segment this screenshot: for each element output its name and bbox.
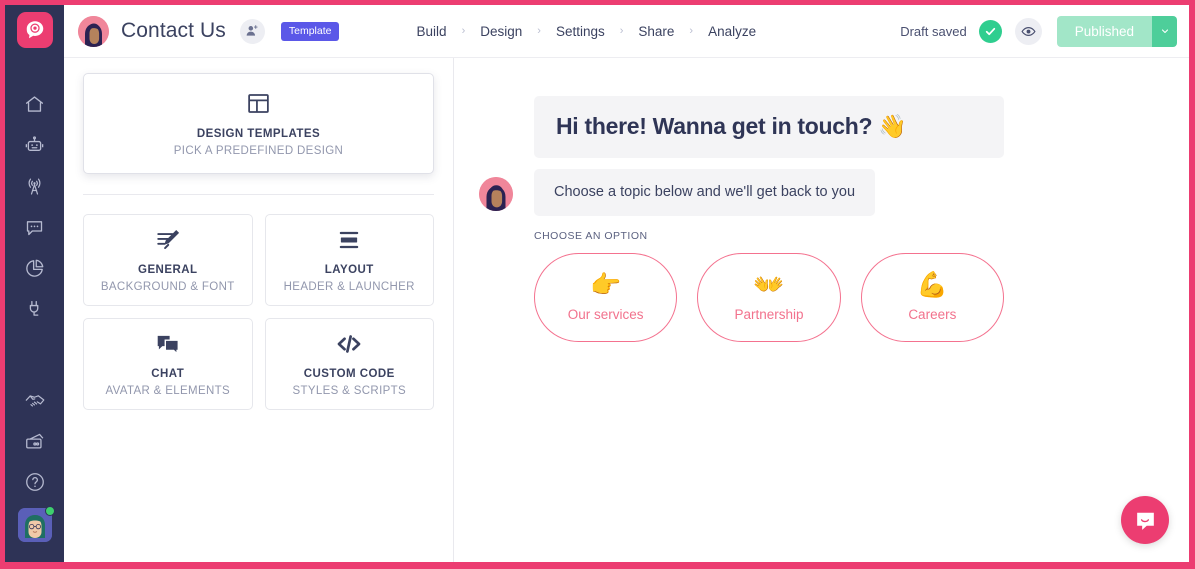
- greeting-text: Hi there! Wanna get in touch?: [556, 113, 879, 139]
- sidebar-item-chat[interactable]: [13, 207, 57, 248]
- main-area: Contact Us Template Build › Design › Set…: [64, 5, 1189, 562]
- nav-separator: ›: [537, 25, 541, 37]
- chat-launcher-icon: [1136, 512, 1154, 530]
- sidebar-item-broadcast[interactable]: [13, 166, 57, 207]
- sidebar-item-partners[interactable]: [13, 379, 57, 420]
- template-badge: Template: [280, 21, 340, 41]
- card-custom-code[interactable]: CUSTOM CODE STYLES & SCRIPTS: [264, 318, 434, 410]
- chat-launcher-button[interactable]: [1121, 496, 1169, 544]
- choose-option-label: CHOOSE AN OPTION: [534, 230, 648, 242]
- option-label: Partnership: [734, 307, 804, 322]
- sidebar-item-bot[interactable]: [13, 125, 57, 166]
- card-subtitle: AVATAR & ELEMENTS: [105, 385, 231, 397]
- option-careers[interactable]: 💪 Careers: [860, 253, 1004, 342]
- left-sidebar: [5, 5, 64, 562]
- app-logo[interactable]: [16, 12, 53, 48]
- card-design-templates[interactable]: DESIGN TEMPLATES PICK A PREDEFINED DESIG…: [83, 73, 434, 174]
- code-icon: [335, 331, 363, 357]
- layout-bars-icon: [336, 227, 362, 253]
- add-user-icon[interactable]: [239, 18, 265, 44]
- nav-item-analyze[interactable]: Analyze: [698, 18, 766, 45]
- sidebar-item-help[interactable]: [13, 461, 57, 502]
- nav-separator: ›: [619, 25, 624, 37]
- main-nav: Build › Design › Settings › Share › Anal…: [407, 18, 767, 45]
- body-split: DESIGN TEMPLATES PICK A PREDEFINED DESIG…: [64, 58, 1189, 562]
- chat-preview: Hi there! Wanna get in touch? 👋 Choose a…: [454, 58, 1189, 562]
- option-our-services[interactable]: 👉 Our services: [534, 253, 678, 342]
- settings-card-grid: GENERAL BACKGROUND & FONT LAYOUT HEADER …: [83, 214, 434, 410]
- app-frame: Contact Us Template Build › Design › Set…: [5, 5, 1189, 562]
- card-title: CHAT: [151, 368, 185, 380]
- card-subtitle: BACKGROUND & FONT: [100, 281, 235, 293]
- option-buttons: 👉 Our services 👐 Partnership 💪 Careers: [534, 253, 1004, 342]
- design-settings-panel: DESIGN TEMPLATES PICK A PREDEFINED DESIG…: [64, 58, 454, 562]
- option-label: Careers: [908, 307, 957, 322]
- card-chat[interactable]: CHAT AVATAR & ELEMENTS: [83, 318, 253, 410]
- sidebar-nav: [13, 84, 57, 502]
- card-subtitle: HEADER & LAUNCHER: [283, 281, 415, 293]
- check-icon: [978, 19, 1002, 43]
- pointing-hand-icon: 👉: [590, 271, 622, 299]
- chat-bot-avatar: [479, 177, 513, 211]
- sidebar-item-billing[interactable]: [13, 420, 57, 461]
- published-button[interactable]: Published: [1056, 15, 1152, 47]
- layout-template-icon: [246, 91, 271, 117]
- option-partnership[interactable]: 👐 Partnership: [697, 253, 841, 342]
- bot-avatar: [78, 15, 109, 47]
- card-title: LAYOUT: [324, 264, 374, 276]
- page-title: Contact Us: [121, 19, 226, 42]
- sidebar-item-integrations[interactable]: [13, 289, 57, 330]
- card-general[interactable]: GENERAL BACKGROUND & FONT: [83, 214, 253, 306]
- nav-item-design[interactable]: Design: [470, 18, 532, 45]
- option-label: Our services: [567, 307, 644, 322]
- panel-divider: [83, 194, 434, 195]
- sidebar-item-home[interactable]: [13, 84, 57, 125]
- chat-greeting-header: Hi there! Wanna get in touch? 👋: [534, 96, 1004, 158]
- nav-item-build[interactable]: Build: [407, 18, 457, 45]
- wave-hand-icon: 👋: [878, 113, 907, 139]
- card-title: CUSTOM CODE: [303, 368, 395, 380]
- nav-item-share[interactable]: Share: [628, 18, 684, 45]
- eye-icon[interactable]: [1014, 17, 1042, 45]
- nav-item-settings[interactable]: Settings: [546, 18, 615, 45]
- nav-separator: ›: [689, 25, 694, 37]
- chat-widget: Hi there! Wanna get in touch? 👋 Choose a…: [479, 96, 1004, 342]
- edit-lines-icon: [155, 227, 181, 253]
- flexed-biceps-icon: 💪: [916, 271, 948, 299]
- sidebar-user-avatar[interactable]: [17, 506, 55, 542]
- nav-separator: ›: [461, 25, 466, 37]
- publish-button-group: Published: [1056, 15, 1177, 47]
- card-title: GENERAL: [138, 264, 198, 276]
- chevron-down-icon[interactable]: [1152, 15, 1177, 47]
- card-subtitle: PICK A PREDEFINED DESIGN: [173, 144, 344, 157]
- draft-status-text: Draft saved: [900, 23, 967, 39]
- open-hands-icon: 👐: [753, 271, 785, 299]
- card-title: DESIGN TEMPLATES: [196, 127, 321, 140]
- online-status-dot: [44, 506, 55, 516]
- topbar-actions: Draft saved Published: [900, 15, 1177, 47]
- chat-bubbles-icon: [155, 331, 181, 357]
- sidebar-item-analytics[interactable]: [13, 248, 57, 289]
- card-subtitle: STYLES & SCRIPTS: [292, 385, 407, 397]
- card-layout[interactable]: LAYOUT HEADER & LAUNCHER: [264, 214, 434, 306]
- app-root: Contact Us Template Build › Design › Set…: [0, 0, 1195, 569]
- chat-message-bubble: Choose a topic below and we'll get back …: [534, 169, 876, 216]
- chat-message-row: Choose a topic below and we'll get back …: [479, 169, 1004, 216]
- top-bar: Contact Us Template Build › Design › Set…: [64, 5, 1189, 58]
